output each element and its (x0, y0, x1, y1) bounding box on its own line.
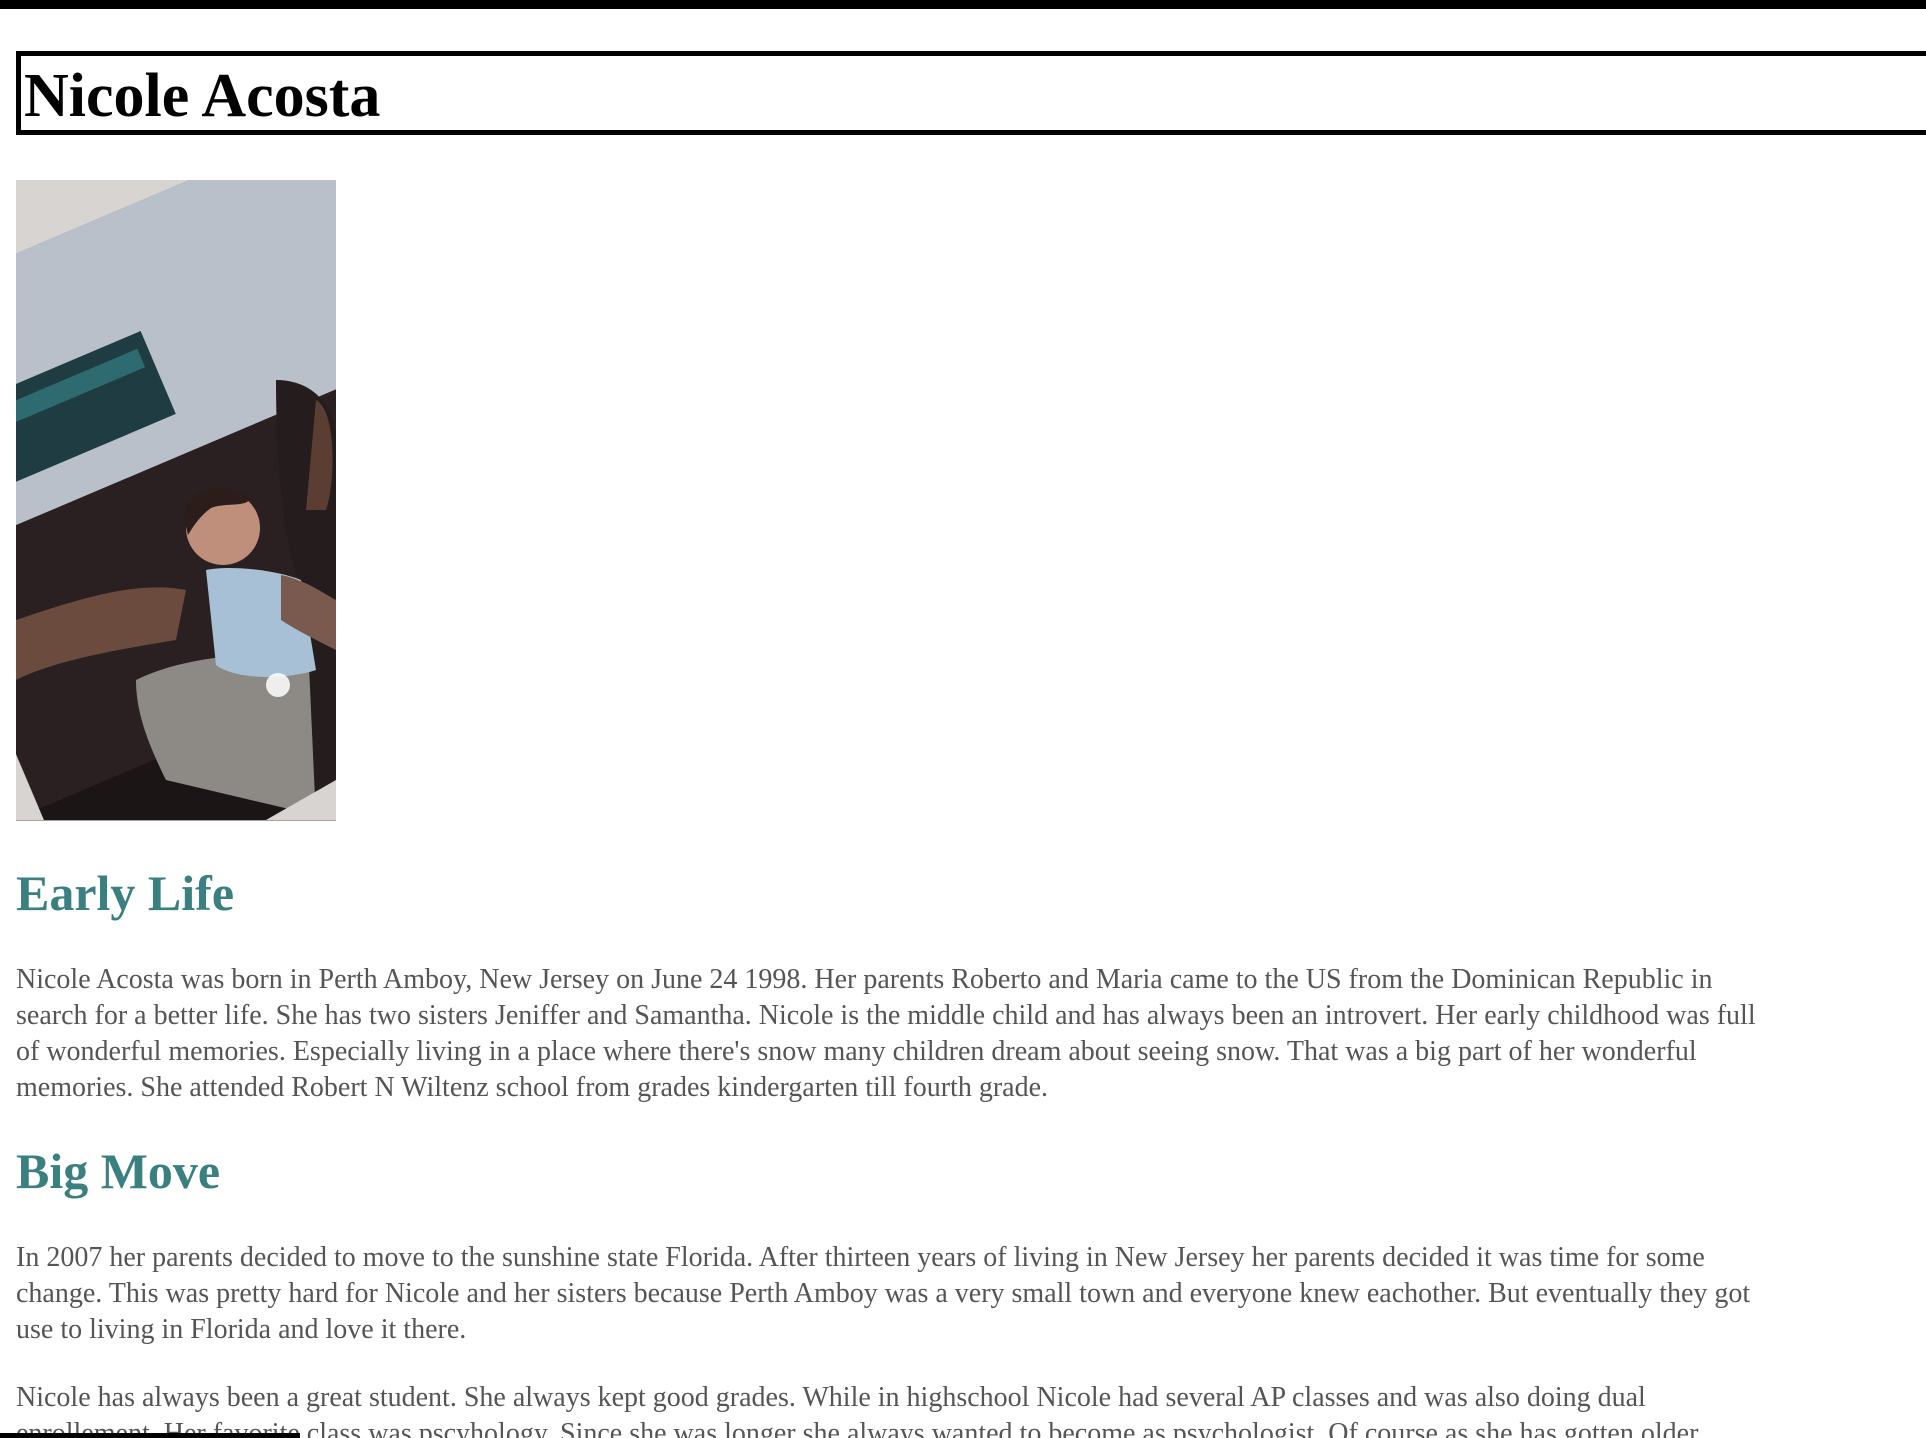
paragraph-line: In 2007 her parents decided to move to t… (16, 1242, 1705, 1273)
page-title: Nicole Acosta (24, 62, 381, 130)
paragraph-line: search for a better life. She has two si… (16, 1000, 1756, 1031)
paragraph-line: memories. She attended Robert N Wiltenz … (16, 1072, 1048, 1103)
paragraph-line: Nicole Acosta was born in Perth Amboy, N… (16, 964, 1713, 995)
section-heading-early-life: Early Life (16, 865, 235, 921)
paragraph-line: change. This was pretty hard for Nicole … (16, 1278, 1751, 1309)
profile-photo (16, 180, 336, 821)
title-box: Nicole Acosta (16, 51, 1926, 135)
big-move-paragraph: In 2007 her parents decided to move to t… (16, 1240, 1926, 1348)
student-paragraph: Nicole has always been a great student. … (16, 1380, 1926, 1438)
paragraph-line: use to living in Florida and love it the… (16, 1314, 467, 1345)
paragraph-line: of wonderful memories. Especially living… (16, 1036, 1697, 1067)
top-border (0, 0, 1926, 9)
paragraph-line: Nicole has always been a great student. … (16, 1382, 1646, 1413)
early-life-paragraph: Nicole Acosta was born in Perth Amboy, N… (16, 962, 1926, 1106)
section-heading-big-move: Big Move (16, 1143, 221, 1199)
paragraph-line: enrollement. Her favorite class was pscy… (16, 1418, 1699, 1438)
bottom-border-fragment (0, 1433, 300, 1438)
